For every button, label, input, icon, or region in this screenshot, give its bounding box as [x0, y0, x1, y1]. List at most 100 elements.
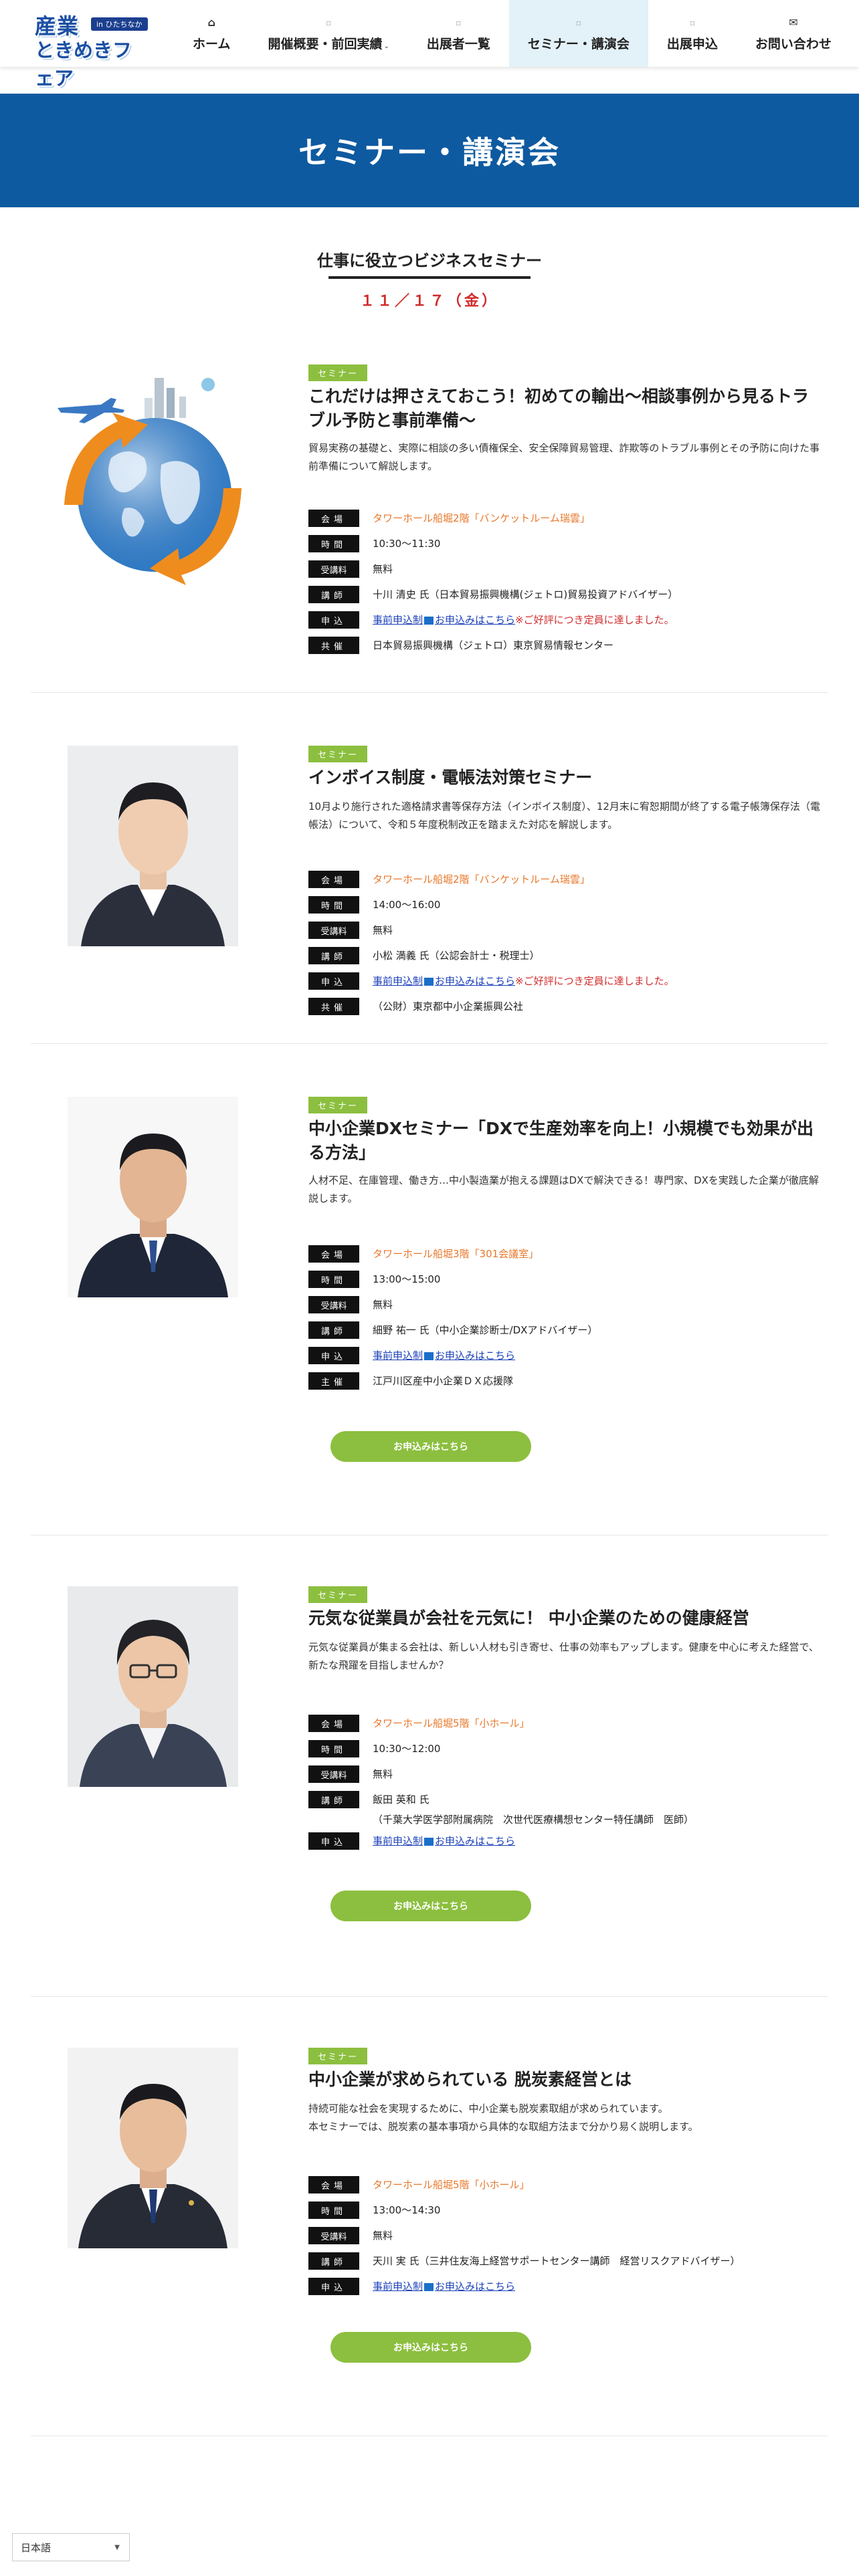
info-row-venue: 会場 タワーホール船堀5階「小ホール」: [308, 2175, 824, 2200]
seminar-tag: セミナー: [308, 746, 368, 762]
info-row-fee: 受講料 無料: [308, 2226, 824, 2251]
label-host: 主催: [308, 1372, 359, 1390]
info-row-organizer: 共催 （公財）東京都中小企業振興公社: [308, 996, 824, 1022]
seminar-tag: セミナー: [308, 1097, 368, 1113]
apply-button[interactable]: お申込みはこちら: [330, 1891, 531, 1921]
dot-icon: ▫: [689, 17, 695, 27]
label-venue: 会場: [308, 871, 359, 888]
site-logo[interactable]: 産業 in ひたちなか ときめきフェア: [32, 9, 150, 90]
logo-line2: ときめきフェア: [35, 39, 132, 90]
venue-value: タワーホール船堀2階「バンケットルーム瑞雲」: [373, 873, 590, 885]
label-apply: 申込: [308, 1347, 359, 1364]
apply-link[interactable]: 事前申込制: [373, 2280, 423, 2292]
dot-icon: ▫: [575, 17, 581, 27]
info-row-apply: 申込 事前申込制 お申込みはこちら: [308, 1346, 824, 1371]
seminar-description: 貿易実務の基礎と、実際に相談の多い債権保全、安全保障貿易管理、詐欺等のトラブル事…: [308, 442, 820, 472]
info-row-venue: 会場 タワーホール船堀2階「バンケットルーム瑞雲」: [308, 508, 824, 534]
seminar-tag: セミナー: [308, 1586, 368, 1603]
label-speaker: 講師: [308, 1321, 359, 1339]
label-venue: 会場: [308, 1245, 359, 1263]
apply-button[interactable]: お申込みはこちら: [330, 1431, 531, 1462]
label-apply: 申込: [308, 1832, 359, 1850]
apply-button[interactable]: お申込みはこちら: [330, 2332, 531, 2363]
nav-label: 開催概要・前回実績 ⌄: [268, 36, 389, 51]
speaker-photo: [68, 1586, 238, 1787]
chevron-down-icon: ⌄: [383, 42, 389, 50]
label-fee: 受講料: [308, 922, 359, 939]
seminar-image: [37, 364, 252, 605]
apply-value: 事前申込制 お申込みはこちら: [373, 1346, 515, 1366]
page-hero: セミナー・講演会: [0, 94, 859, 207]
label-fee: 受講料: [308, 1765, 359, 1783]
chevron-down-icon: ▼: [114, 2543, 120, 2551]
fee-value: 無料: [373, 1299, 393, 1311]
mail-icon: [424, 2282, 434, 2291]
apply-link-here[interactable]: お申込みはこちら: [435, 1835, 515, 1847]
apply-value: 事前申込制 お申込みはこちら※ご好評につき定員に達しました。: [373, 971, 674, 991]
seminar-item: セミナー これだけは押さえておこう！初めての輸出～相談事例から見るトラブル予防と…: [31, 364, 828, 659]
seminar-item: セミナー 元気な従業員が会社を元気に！ 中小企業のための健康経営 元気な従業員が…: [31, 1586, 828, 1934]
nav-label: ホーム: [193, 36, 231, 51]
nav-label: 出展申込: [666, 36, 718, 51]
apply-value: 事前申込制 お申込みはこちら: [373, 2276, 515, 2296]
logo-badge: in ひたちなか: [91, 17, 148, 31]
label-time: 時間: [308, 1740, 359, 1757]
label-venue: 会場: [308, 510, 359, 527]
apply-link-here[interactable]: お申込みはこちら: [435, 614, 515, 626]
apply-link[interactable]: 事前申込制: [373, 1350, 423, 1362]
speaker-photo: [68, 746, 238, 946]
dot-icon: ▫: [456, 17, 462, 27]
info-row-speaker: 講師 細野 祐一 氏（中小企業診断士/DXアドバイザー）: [308, 1320, 824, 1346]
nav-item-home[interactable]: ⌂ ホーム: [174, 0, 249, 67]
mail-icon: [424, 977, 434, 986]
fee-value: 無料: [373, 924, 393, 936]
envelope-icon: ✉: [789, 15, 798, 29]
label-apply: 申込: [308, 2278, 359, 2295]
apply-value: 事前申込制 お申込みはこちら: [373, 1831, 515, 1851]
seminar-info: 会場 タワーホール船堀3階「301会議室」 時間 13:00～15:00 受講料 無料…: [308, 1244, 824, 1396]
info-row-speaker: 講師 十川 清史 氏（日本貿易振興機構(ジェトロ)貿易投資アドバイザー）: [308, 584, 824, 610]
info-row-speaker: 講師 小松 満義 氏（公認会計士・税理士）: [308, 946, 824, 971]
seminar-item: セミナー インボイス制度・電帳法対策セミナー 10月より施行された適格請求書等保…: [31, 746, 828, 1027]
fee-value: 無料: [373, 1768, 393, 1780]
apply-link-here[interactable]: お申込みはこちら: [435, 2280, 515, 2292]
time-value: 14:00～16:00: [373, 899, 441, 911]
language-value: 日本語: [21, 2541, 52, 2554]
info-row-speaker: 講師 飯田 英和 氏 （千葉大学医学部附属病院 次世代医療構想センター特任講師 医師…: [308, 1790, 824, 1831]
label-time: 時間: [308, 1271, 359, 1288]
label-speaker: 講師: [308, 1791, 359, 1808]
seminar-info: 会場 タワーホール船堀2階「バンケットルーム瑞雲」 時間 14:00～16:00 受…: [308, 869, 824, 1022]
info-row-apply: 申込 事前申込制 お申込みはこちら: [308, 1831, 824, 1856]
mail-icon: [424, 616, 434, 625]
apply-link[interactable]: 事前申込制: [373, 614, 423, 626]
venue-value: タワーホール船堀2階「バンケットルーム瑞雲」: [373, 512, 590, 524]
nav-item-overview[interactable]: ▫ 開催概要・前回実績 ⌄: [249, 0, 407, 67]
nav-item-contact[interactable]: ✉ お問い合わせ: [737, 0, 850, 67]
seminar-title: 中小企業DXセミナー「DXで生産効率を向上！小規模でも効果が出る方法」: [308, 1119, 814, 1162]
seminar-description: 持続可能な社会を実現するために、中小企業も脱炭素取組が求められています。 本セミナ…: [308, 2100, 824, 2136]
info-row-fee: 受講料 無料: [308, 1295, 824, 1320]
info-row-apply: 申込 事前申込制 お申込みはこちら※ご好評につき定員に達しました。: [308, 971, 824, 996]
apply-link-here[interactable]: お申込みはこちら: [435, 975, 515, 987]
label-apply: 申込: [308, 611, 359, 629]
seminar-description: 元気な従業員が集まる会社は、新しい人材も引き寄せ、仕事の効率もアップします。健康…: [308, 1641, 819, 1671]
nav-item-seminars[interactable]: ▫ セミナー・講演会: [508, 0, 648, 67]
site-header: 産業 in ひたちなか ときめきフェア ⌂ ホーム ▫ 開催概要・前回実績 ⌄ ▫…: [0, 0, 859, 90]
seminar-description: 10月より施行された適格請求書等保存方法（インボイス制度）、12月末に宥恕期間が…: [308, 800, 820, 831]
nav-label: セミナー・講演会: [527, 36, 630, 51]
info-row-time: 時間 14:00～16:00: [308, 895, 824, 920]
divider: [31, 1996, 828, 1997]
seminar-title: これだけは押さえておこう！初めての輸出～相談事例から見るトラブル予防と事前準備～: [308, 387, 809, 430]
venue-value: タワーホール船堀3階「301会議室」: [373, 1248, 539, 1260]
label-time: 時間: [308, 2202, 359, 2219]
apply-link[interactable]: 事前申込制: [373, 975, 423, 987]
time-value: 10:30～12:00: [373, 1743, 441, 1755]
seminar-title: 元気な従業員が会社を元気に！ 中小企業のための健康経営: [308, 1608, 749, 1628]
seminar-info: 会場 タワーホール船堀5階「小ホール」 時間 10:30～12:00 受講料 無料 講…: [308, 1713, 824, 1856]
language-select[interactable]: 日本語 ▼: [12, 2533, 130, 2561]
speaker-value: 飯田 英和 氏 （千葉大学医学部附属病院 次世代医療構想センター特任講師 医師）: [373, 1790, 694, 1830]
nav-item-exhibitors[interactable]: ▫ 出展者一覧: [408, 0, 509, 67]
apply-link[interactable]: 事前申込制: [373, 1835, 423, 1847]
apply-link-here[interactable]: お申込みはこちら: [435, 1350, 515, 1362]
nav-item-apply[interactable]: ▫ 出展申込: [648, 0, 737, 67]
